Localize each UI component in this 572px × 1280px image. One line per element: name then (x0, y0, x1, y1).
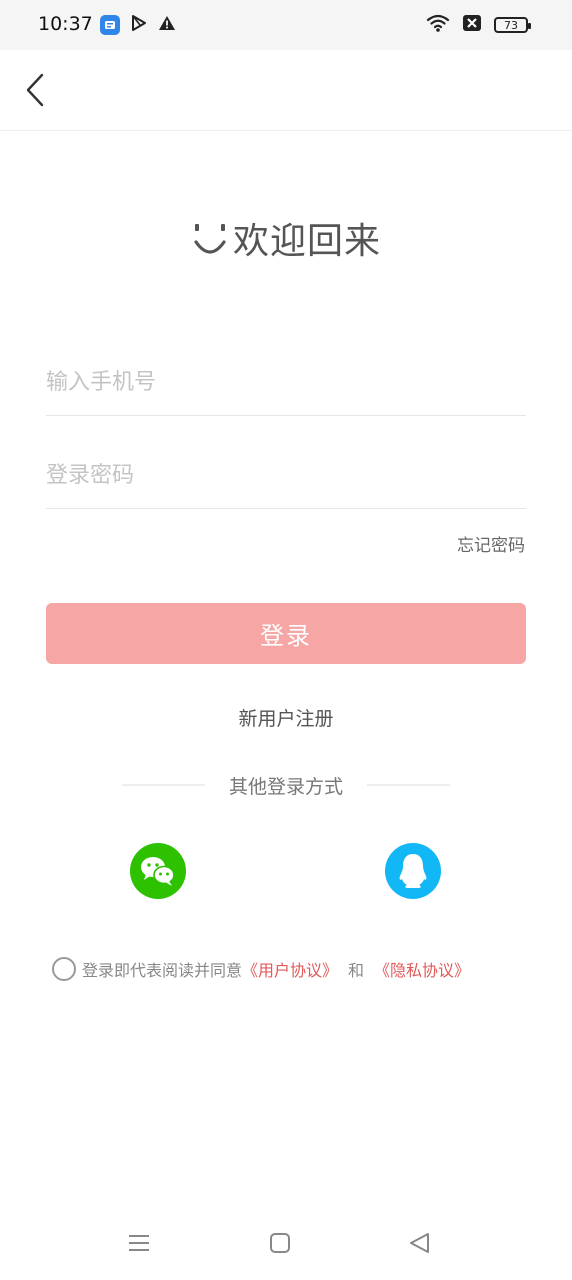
other-login-divider: 其他登录方式 (122, 771, 451, 799)
other-login-label: 其他登录方式 (229, 775, 344, 798)
system-nav-bar (0, 1215, 572, 1275)
status-icons-left (100, 14, 176, 36)
login-button[interactable]: 登录 (46, 603, 526, 664)
back-triangle-icon[interactable] (408, 1231, 432, 1259)
nav-bar (0, 50, 572, 131)
divider-right (367, 784, 451, 786)
battery-icon: 73 (494, 17, 531, 33)
user-agreement-link[interactable]: 《用户协议》 (242, 957, 338, 981)
status-icons-right: 73 (426, 13, 531, 37)
register-link[interactable]: 新用户注册 (0, 704, 572, 731)
smile-icon (194, 224, 226, 254)
phone-field (46, 349, 526, 416)
status-time: 10:37 (38, 13, 93, 35)
app-store-icon (100, 15, 120, 35)
qq-login-button[interactable] (385, 843, 441, 899)
divider-left (122, 784, 205, 786)
password-field (46, 442, 526, 509)
welcome-heading: 欢迎回来 (0, 212, 572, 264)
wechat-icon (141, 857, 175, 886)
agreement-row: 登录即代表阅读并同意 《用户协议》 和 《隐私协议》 (52, 957, 470, 981)
privacy-policy-link[interactable]: 《隐私协议》 (374, 957, 470, 981)
menu-icon[interactable] (127, 1231, 151, 1259)
wifi-icon (426, 13, 450, 37)
welcome-title: 欢迎回来 (232, 221, 381, 262)
password-input[interactable] (46, 442, 526, 508)
agreement-and: 和 (348, 961, 365, 980)
sim-blocked-icon (462, 14, 482, 36)
forgot-password-link[interactable]: 忘记密码 (457, 531, 525, 556)
play-store-icon (130, 14, 148, 36)
wechat-login-button[interactable] (130, 843, 186, 899)
agreement-text: 登录即代表阅读并同意 (82, 961, 243, 980)
chevron-left-icon (26, 73, 44, 107)
agreement-checkbox[interactable] (52, 957, 76, 981)
qq-icon (399, 854, 427, 888)
home-icon[interactable] (268, 1231, 292, 1259)
status-bar: 10:37 73 (0, 0, 572, 50)
phone-input[interactable] (46, 349, 526, 415)
back-button[interactable] (18, 68, 58, 112)
warning-icon (158, 15, 176, 35)
